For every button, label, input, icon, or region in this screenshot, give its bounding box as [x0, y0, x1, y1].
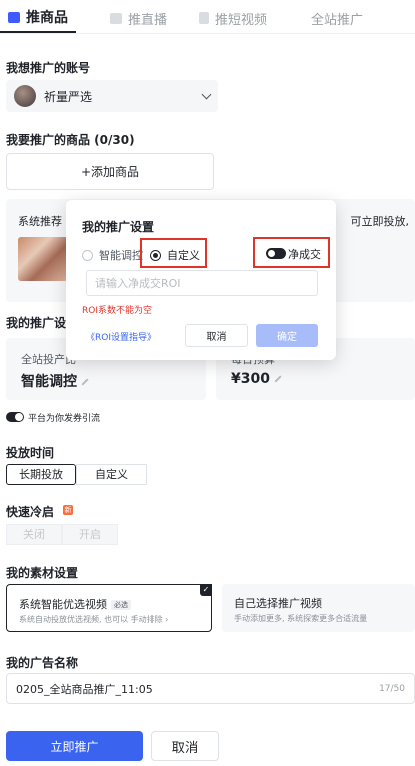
new-badge: 新 [63, 505, 73, 515]
live-camera-icon [110, 12, 122, 24]
shop-bag-icon [8, 11, 20, 23]
cold-start-segment: 关闭 开启 [6, 524, 118, 545]
material-option-system[interactable]: 系统智能优选视频 必选 系统自动投放优选视频, 也可以 手动排除 › ✓ [6, 584, 212, 632]
recommend-title: 系统推荐 [18, 215, 62, 228]
popover-confirm-button[interactable]: 确定 [256, 324, 318, 347]
account-name: 祈量严选 [44, 89, 93, 104]
coupon-toggle-switch[interactable] [6, 412, 24, 422]
promotion-settings-popover: 我的推广设置 智能调控 自定义 净成交 ROI系数不能为空 《ROI设置指导》 … [66, 200, 336, 360]
materials-label: 我的素材设置 [6, 566, 79, 580]
radio-label: 智能调控 [99, 249, 143, 262]
cold-start-on[interactable]: 开启 [62, 524, 118, 545]
roi-input[interactable] [86, 270, 318, 296]
net-deal-toggle-switch[interactable] [266, 248, 286, 259]
ad-name-value: 0205_全站商品推广_11:05 [16, 682, 153, 696]
avatar [14, 85, 36, 107]
material-option-self[interactable]: 自己选择推广视频 手动添加更多, 系统探索更多合适流量 [222, 584, 415, 632]
material-desc: 手动添加更多, 系统探索更多合适流量 [234, 614, 368, 623]
coupon-toggle-label: 平台为你发券引流 [28, 414, 101, 424]
promote-now-button[interactable]: 立即推广 [6, 731, 143, 761]
radio-smart-control[interactable]: 智能调控 [82, 247, 143, 263]
metric-value: 智能调控 [21, 374, 77, 390]
account-select[interactable]: 祈量严选 [6, 80, 218, 112]
radio-dot [150, 249, 161, 261]
required-tag: 必选 [111, 600, 131, 610]
tab-label: 推短视频 [215, 12, 268, 28]
tab-label: 推商品 [26, 10, 68, 26]
schedule-segment: 长期投放 自定义 [6, 464, 147, 485]
tab-promote-video[interactable]: 推短视频 [191, 3, 275, 33]
tab-label: 推直播 [128, 12, 168, 28]
schedule-option-custom[interactable]: 自定义 [76, 464, 147, 485]
products-section-label: 我要推广的商品 (0/30) [6, 133, 135, 147]
net-deal-label: 净成交 [288, 248, 321, 261]
schedule-label: 投放时间 [6, 446, 55, 460]
radio-dot [82, 249, 93, 261]
ad-name-count: 17/50 [379, 683, 405, 694]
material-title: 自己选择推广视频 [234, 597, 322, 610]
material-desc: 系统自动投放优选视频, 也可以 手动排除 › [19, 615, 169, 624]
popover-cancel-button[interactable]: 取消 [185, 324, 248, 347]
radio-custom[interactable]: 自定义 [150, 247, 200, 263]
add-product-button[interactable]: +添加商品 [6, 153, 214, 190]
edit-pen-icon[interactable] [81, 378, 89, 386]
tab-promote-live[interactable]: 推直播 [102, 3, 175, 33]
popover-title: 我的推广设置 [82, 220, 155, 234]
ad-name-input[interactable]: 0205_全站商品推广_11:05 17/50 [6, 673, 415, 704]
chevron-down-icon [201, 89, 212, 99]
tab-label: 全站推广 [311, 12, 364, 28]
metric-value: ¥300 [231, 371, 270, 387]
recommend-hint: 可立即投放, [350, 215, 410, 228]
product-thumbnail[interactable] [18, 237, 68, 281]
check-icon: ✓ [200, 584, 212, 596]
tab-promote-product[interactable]: 推商品 [0, 3, 76, 33]
material-title: 系统智能优选视频 [19, 598, 107, 611]
cold-start-off[interactable]: 关闭 [6, 524, 62, 545]
cancel-button[interactable]: 取消 [151, 731, 219, 761]
ad-name-label: 我的广告名称 [6, 656, 79, 670]
video-file-icon [199, 12, 210, 24]
roi-guide-link[interactable]: 《ROI设置指导》 [86, 330, 156, 343]
schedule-option-long-term[interactable]: 长期投放 [6, 464, 76, 485]
roi-error-message: ROI系数不能为空 [82, 306, 152, 316]
account-section-label: 我想推广的账号 [6, 61, 91, 75]
top-tabs: 推商品 推直播 推短视频 全站推广 [0, 0, 415, 34]
add-product-label: +添加商品 [80, 165, 140, 179]
edit-pen-icon[interactable] [274, 375, 282, 383]
radio-label: 自定义 [167, 249, 200, 262]
tab-site-wide[interactable]: 全站推广 [303, 3, 363, 33]
quick-cold-start-label: 快速冷启 [6, 505, 55, 519]
